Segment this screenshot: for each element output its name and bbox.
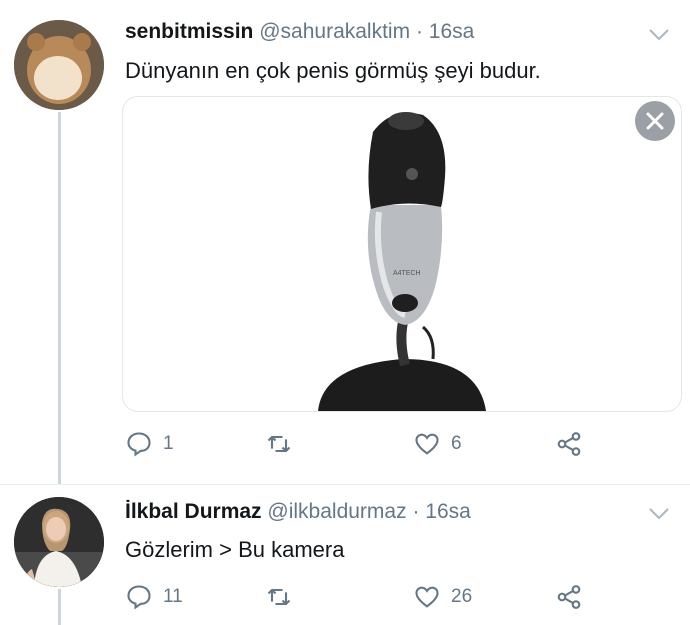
tweet-1[interactable]: senbitmissin @sahurakalktim · 16sa Dünya… — [0, 0, 690, 485]
retweet-button[interactable] — [265, 430, 303, 458]
tweet-actions: 11 26 — [125, 583, 685, 613]
display-name[interactable]: senbitmissin — [125, 20, 253, 43]
tweet-text: Dünyanın en çok penis görmüş şeyi budur. — [125, 58, 541, 83]
share-icon — [557, 432, 581, 456]
like-button[interactable]: 6 — [413, 430, 462, 458]
retweet-icon — [267, 588, 291, 606]
thread-line — [58, 589, 61, 625]
display-name[interactable]: İlkbal Durmaz — [125, 500, 262, 523]
like-count: 26 — [451, 586, 473, 607]
webcam-image: A4TECH — [318, 112, 486, 411]
retweet-icon — [267, 435, 291, 453]
heart-icon — [415, 586, 439, 608]
reply-icon — [127, 585, 151, 610]
avatar[interactable] — [14, 20, 104, 110]
share-button[interactable] — [555, 583, 583, 611]
tweet-media-image[interactable]: A4TECH — [122, 96, 682, 412]
tweet-header: İlkbal Durmaz @ilkbaldurmaz · 16sa — [125, 500, 471, 524]
thread-line — [58, 112, 61, 485]
tweet-header: senbitmissin @sahurakalktim · 16sa — [125, 20, 474, 44]
brand-label: A4TECH — [393, 270, 421, 277]
share-button[interactable] — [555, 430, 583, 458]
username[interactable]: @sahurakalktim — [259, 20, 410, 43]
tweet-actions: 1 6 — [125, 430, 685, 460]
heart-icon — [415, 433, 439, 455]
avatar[interactable] — [14, 497, 104, 587]
reply-count: 1 — [163, 433, 174, 454]
timestamp[interactable]: 16sa — [429, 20, 475, 43]
like-button[interactable]: 26 — [413, 583, 472, 611]
reply-icon — [127, 432, 151, 457]
timestamp[interactable]: 16sa — [425, 500, 471, 523]
username[interactable]: @ilkbaldurmaz — [267, 500, 406, 523]
separator: · — [412, 500, 420, 523]
tweet-2[interactable]: İlkbal Durmaz @ilkbaldurmaz · 16sa Gözle… — [0, 485, 690, 625]
reply-button[interactable]: 1 — [125, 430, 174, 458]
separator: · — [415, 20, 423, 43]
reply-button[interactable]: 11 — [125, 583, 183, 611]
chevron-down-icon[interactable] — [648, 507, 670, 521]
like-count: 6 — [451, 433, 462, 454]
chevron-down-icon[interactable] — [648, 28, 670, 42]
close-icon[interactable] — [635, 101, 675, 141]
share-icon — [557, 585, 581, 609]
reply-count: 11 — [163, 586, 183, 607]
retweet-button[interactable] — [265, 583, 303, 611]
tweet-text: Gözlerim > Bu kamera — [125, 537, 345, 562]
